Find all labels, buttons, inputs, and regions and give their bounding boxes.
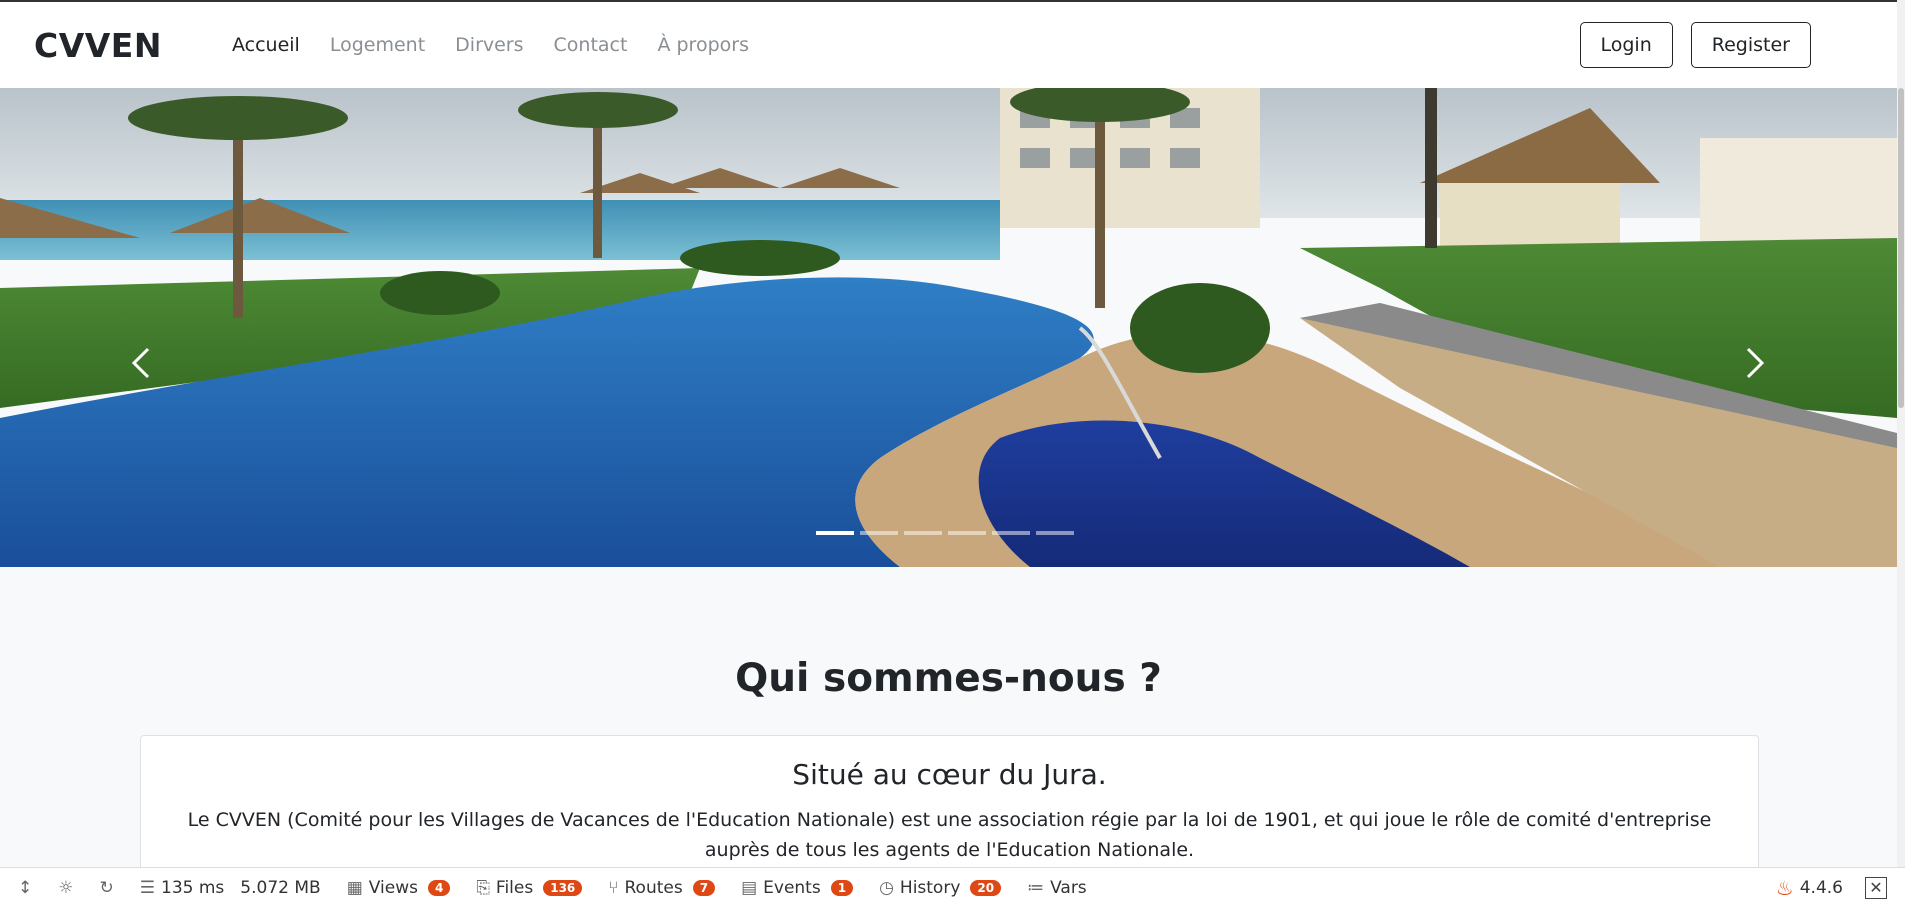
refresh-button[interactable]: ↻: [100, 878, 114, 898]
chevron-right-icon: [1746, 347, 1765, 379]
version-item[interactable]: ♨ 4.4.6: [1776, 876, 1843, 900]
memory-value: 5.072 MB: [240, 877, 321, 898]
carousel-slide-image: [0, 88, 1897, 567]
nav-link-logement[interactable]: Logement: [330, 34, 425, 56]
files-badge: 136: [543, 879, 583, 896]
list-icon: ≔: [1027, 877, 1045, 898]
events-label: Events: [763, 877, 821, 898]
nav-link-accueil[interactable]: Accueil: [232, 34, 300, 56]
register-button[interactable]: Register: [1690, 22, 1811, 68]
timeline-item[interactable]: ☰ 135 ms 5.072 MB: [140, 878, 321, 898]
carousel-indicator-1[interactable]: [816, 531, 854, 535]
carousel-indicator-4[interactable]: [948, 531, 986, 535]
nav-link-contact[interactable]: Contact: [554, 34, 628, 56]
debug-toolbar-right: ♨ 4.4.6 ✕: [1776, 876, 1887, 900]
nav-link-a-propors[interactable]: À propors: [657, 34, 749, 56]
calendar-icon: ▤: [741, 877, 758, 898]
nav-links: Accueil Logement Dirvers Contact À propo…: [232, 34, 749, 56]
events-badge: 1: [830, 879, 854, 896]
events-item[interactable]: ▤ Events 1: [741, 877, 854, 898]
history-label: History: [899, 877, 961, 898]
vars-label: Vars: [1050, 877, 1087, 898]
close-icon: ✕: [1869, 878, 1883, 897]
carousel-indicator-2[interactable]: [860, 531, 898, 535]
scrollbar-thumb[interactable]: [1898, 88, 1904, 408]
card-text: Le CVVEN (Comité pour les Villages de Va…: [187, 809, 1712, 861]
views-item[interactable]: ▦ Views 4: [347, 878, 451, 898]
routes-label: Routes: [624, 877, 683, 898]
file-icon: ⎘: [476, 877, 490, 898]
history-badge: 20: [970, 879, 1002, 896]
table-icon: ▦: [346, 877, 363, 898]
views-badge: 4: [427, 879, 451, 896]
carousel-indicator-6[interactable]: [1036, 531, 1074, 535]
hero-carousel: [0, 88, 1897, 567]
refresh-icon: ↻: [99, 877, 114, 898]
views-label: Views: [368, 877, 418, 898]
carousel-indicator-5[interactable]: [992, 531, 1030, 535]
routes-badge: 7: [692, 879, 716, 896]
nav-link-dirvers[interactable]: Dirvers: [455, 34, 523, 56]
arrow-updown-icon: ↕: [18, 877, 33, 898]
page-scrollbar[interactable]: [1897, 0, 1905, 870]
carousel-prev-button[interactable]: [122, 343, 162, 383]
files-label: Files: [495, 877, 534, 898]
theme-toggle-button[interactable]: ☼: [58, 878, 73, 898]
top-navbar: CVVEN Accueil Logement Dirvers Contact À…: [0, 0, 1905, 88]
carousel-indicator-3[interactable]: [904, 531, 942, 535]
close-toolbar-button[interactable]: ✕: [1865, 876, 1887, 899]
about-card: Situé au cœur du Jura. Le CVVEN (Comité …: [140, 735, 1759, 875]
routes-item[interactable]: ⑂ Routes 7: [608, 877, 716, 898]
time-value: 135 ms: [161, 877, 225, 898]
login-button[interactable]: Login: [1579, 22, 1673, 68]
timeline-icon: ☰: [139, 877, 155, 898]
carousel-indicators: [816, 531, 1074, 535]
sun-icon: ☼: [58, 877, 74, 898]
history-item[interactable]: ◷ History 20: [879, 877, 1002, 898]
auth-buttons: Login Register: [1579, 22, 1811, 68]
brand-logo[interactable]: CVVEN: [34, 26, 162, 65]
clock-icon: ◷: [879, 877, 894, 898]
version-value: 4.4.6: [1799, 877, 1843, 898]
toggle-position-button[interactable]: ↕: [18, 878, 32, 898]
vars-item[interactable]: ≔ Vars: [1027, 878, 1087, 898]
files-item[interactable]: ⎘ Files 136: [476, 877, 583, 898]
flame-icon: ♨: [1775, 875, 1794, 900]
branch-icon: ⑂: [608, 877, 619, 898]
debug-toolbar: ↕ ☼ ↻ ☰ 135 ms 5.072 MB ▦ Views 4 ⎘ File…: [0, 867, 1905, 907]
carousel-next-button[interactable]: [1734, 343, 1774, 383]
card-title: Situé au cœur du Jura.: [792, 758, 1107, 791]
section-title: Qui sommes-nous ?: [735, 656, 1162, 701]
chevron-left-icon: [131, 347, 150, 379]
